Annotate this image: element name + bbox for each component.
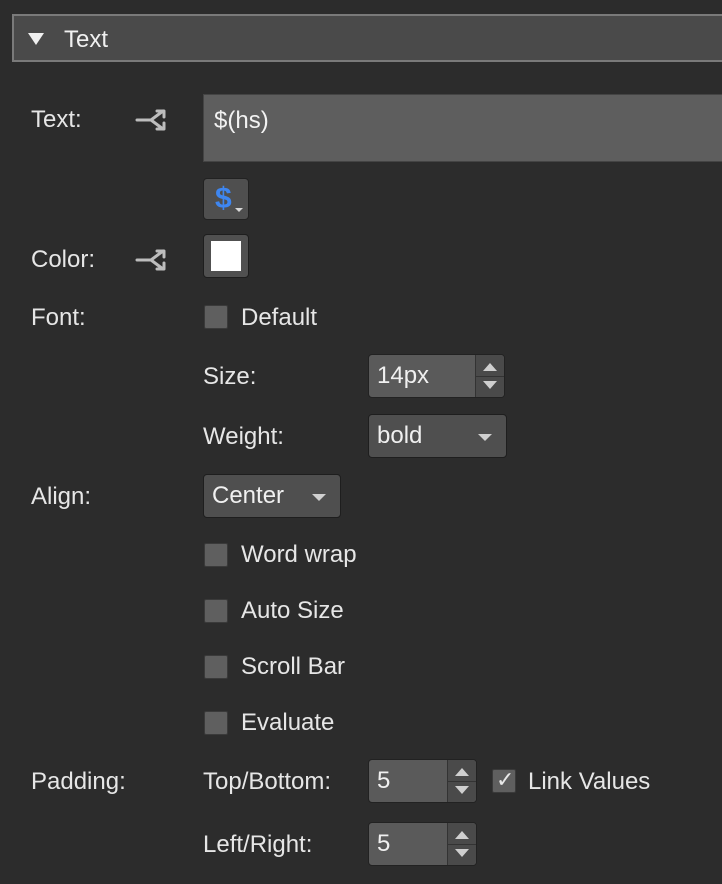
color-swatch-fill [211,241,241,271]
stepper-divider [476,376,504,377]
word-wrap-label: Word wrap [241,541,357,568]
align-dropdown[interactable]: Center [203,474,341,518]
chevron-down-icon [312,494,326,501]
text-value: $(hs) [214,107,269,134]
link-values-checkbox[interactable]: ✓ [492,767,516,793]
arrow-up-icon[interactable] [455,831,469,839]
default-font-checkbox[interactable] [204,305,228,329]
stepper-arrows[interactable] [447,823,476,865]
text-label: Text: [31,106,82,133]
left-right-value: 5 [377,830,391,857]
arrow-up-icon[interactable] [455,768,469,776]
arrow-down-icon[interactable] [483,381,497,389]
weight-label: Weight: [203,423,284,450]
stepper-arrows[interactable] [447,760,476,802]
link-branch-icon[interactable] [135,248,169,272]
scroll-bar-checkbox[interactable] [204,655,228,679]
section-header-text[interactable]: Text [12,14,722,62]
evaluate-label: Evaluate [241,709,335,736]
align-label: Align: [31,483,92,510]
padding-label: Padding: [31,768,126,795]
size-label: Size: [203,363,257,390]
top-bottom-value: 5 [377,767,391,794]
stepper-divider [448,781,476,782]
arrow-down-icon[interactable] [455,786,469,794]
size-stepper[interactable]: 14px [368,354,505,398]
weight-value: bold [377,422,423,449]
weight-dropdown[interactable]: bold [368,414,507,458]
chevron-down-icon [478,434,492,441]
link-values-label: Link Values [528,768,651,795]
stepper-arrows[interactable] [475,355,504,397]
size-value: 14px [377,362,430,389]
auto-size-checkbox[interactable] [204,599,228,623]
text-value-field[interactable]: $(hs) [203,94,722,162]
left-right-stepper[interactable]: 5 [368,822,477,866]
insert-variable-button[interactable]: $ [203,178,249,220]
dollar-icon: $ [215,182,232,215]
link-branch-icon[interactable] [135,108,169,132]
color-swatch-button[interactable] [203,234,249,278]
word-wrap-checkbox[interactable] [204,543,228,567]
stepper-divider [448,844,476,845]
auto-size-label: Auto Size [241,597,344,624]
scroll-bar-label: Scroll Bar [241,653,346,680]
top-bottom-stepper[interactable]: 5 [368,759,477,803]
triangle-down-icon[interactable] [28,33,44,45]
arrow-down-icon[interactable] [455,849,469,857]
checkmark-icon: ✓ [496,767,515,792]
section-title: Text [64,26,109,53]
align-value: Center [212,482,285,509]
arrow-up-icon[interactable] [483,363,497,371]
default-font-label: Default [241,304,318,331]
caret-down-icon [235,208,243,212]
color-label: Color: [31,246,96,273]
evaluate-checkbox[interactable] [204,711,228,735]
top-bottom-label: Top/Bottom: [203,768,332,795]
font-label: Font: [31,304,86,331]
left-right-label: Left/Right: [203,831,313,858]
